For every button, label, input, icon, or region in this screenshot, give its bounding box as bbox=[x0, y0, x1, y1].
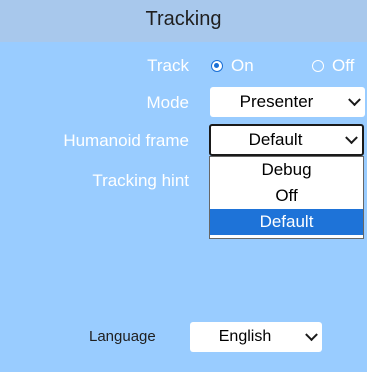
track-off-radio[interactable]: Off bbox=[312, 55, 354, 77]
dropdown-option-off[interactable]: Off bbox=[210, 183, 363, 209]
track-off-label: Off bbox=[332, 56, 355, 75]
humanoid-frame-dropdown: Debug Off Default bbox=[209, 156, 364, 239]
chevron-down-icon bbox=[345, 131, 358, 145]
humanoid-frame-label: Humanoid frame bbox=[63, 131, 189, 150]
mode-label: Mode bbox=[146, 93, 189, 112]
mode-select[interactable]: Presenter bbox=[210, 87, 365, 117]
dropdown-option-default[interactable]: Default bbox=[210, 209, 363, 235]
chevron-down-icon bbox=[348, 93, 361, 107]
radio-on-icon bbox=[211, 60, 223, 72]
language-select[interactable]: English bbox=[190, 322, 322, 352]
dropdown-option-debug[interactable]: Debug bbox=[210, 157, 363, 183]
radio-off-icon bbox=[312, 60, 324, 72]
track-on-radio[interactable]: On bbox=[211, 55, 254, 77]
track-label: Track bbox=[147, 56, 189, 75]
chevron-down-icon bbox=[305, 328, 318, 342]
language-label: Language bbox=[89, 328, 156, 345]
humanoid-frame-select-value: Default bbox=[248, 130, 303, 149]
track-on-label: On bbox=[231, 56, 254, 75]
header-bar: Tracking bbox=[0, 0, 367, 42]
mode-select-value: Presenter bbox=[239, 92, 314, 111]
panel-title: Tracking bbox=[145, 8, 222, 30]
tracking-hint-label: Tracking hint bbox=[92, 171, 189, 190]
language-select-value: English bbox=[218, 328, 272, 345]
humanoid-frame-select[interactable]: Default bbox=[209, 124, 364, 156]
